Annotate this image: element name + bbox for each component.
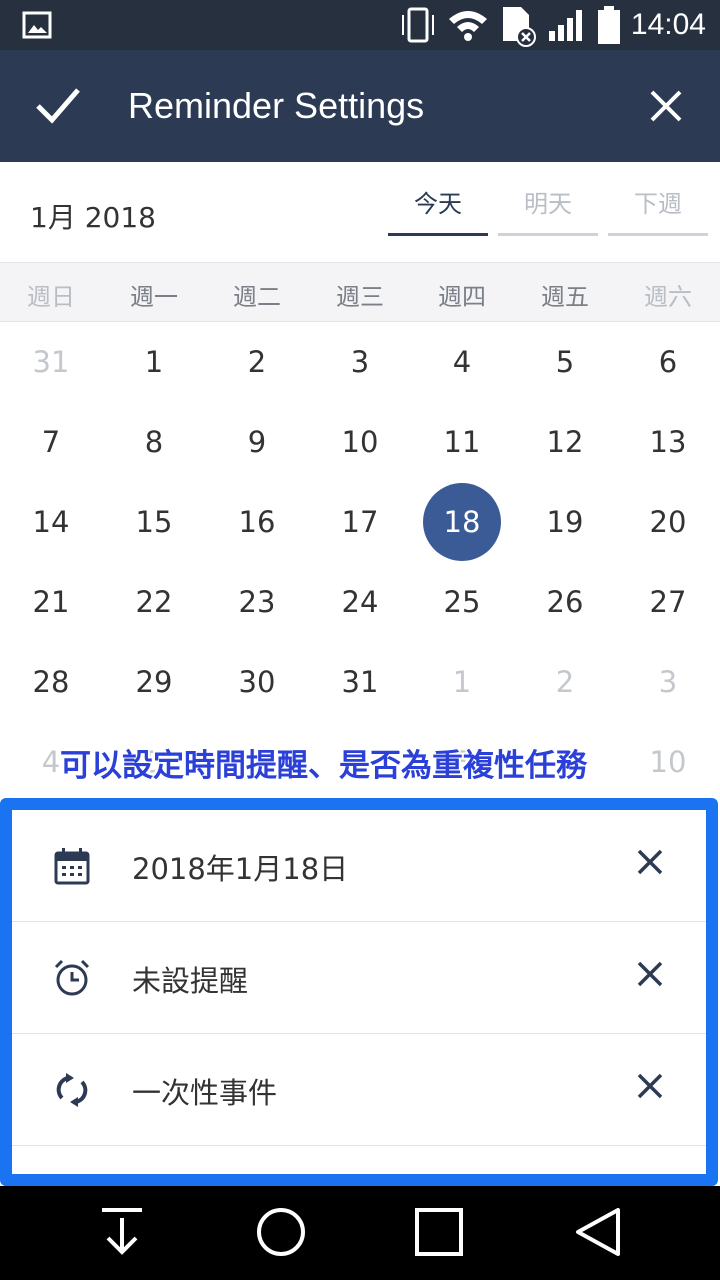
tab-tomorrow[interactable]: 明天 xyxy=(498,184,598,236)
calendar-day[interactable]: 20 xyxy=(617,482,719,562)
navigation-bar xyxy=(0,1186,720,1280)
gallery-icon xyxy=(22,11,52,39)
tab-label: 今天 xyxy=(414,190,462,218)
calendar-day[interactable]: 19 xyxy=(514,482,616,562)
calendar-day[interactable]: 23 xyxy=(206,562,308,642)
tab-label: 下週 xyxy=(634,190,682,218)
status-bar: 14:04 xyxy=(0,0,720,50)
calendar-day[interactable]: 14 xyxy=(0,482,102,562)
close-icon[interactable] xyxy=(644,84,688,128)
weekday-header: 週日 週一 週二 週三 週四 週五 週六 xyxy=(0,262,720,322)
back-icon[interactable] xyxy=(572,1206,624,1258)
calendar-day[interactable]: 2 xyxy=(514,642,616,722)
weekday-tue: 週二 xyxy=(233,283,281,311)
clear-reminder-icon[interactable] xyxy=(636,960,664,988)
calendar-day[interactable]: 15 xyxy=(103,482,205,562)
repeat-row[interactable]: 一次性事件 xyxy=(12,1034,706,1146)
calendar-day[interactable]: 30 xyxy=(206,642,308,722)
calendar-day[interactable]: 4 xyxy=(411,322,513,402)
tab-underline xyxy=(498,233,598,236)
calendar-day[interactable]: 3 xyxy=(617,642,719,722)
calendar-day[interactable]: 1 xyxy=(411,642,513,722)
sim-missing-icon xyxy=(502,7,536,47)
calendar-day[interactable]: 8 xyxy=(103,402,205,482)
signal-icon xyxy=(548,10,582,41)
weekday-wed: 週三 xyxy=(336,283,384,311)
battery-icon xyxy=(597,6,620,44)
date-label: 2018年1月18日 xyxy=(132,852,349,886)
repeat-icon xyxy=(56,1073,88,1107)
calendar-day[interactable]: 9 xyxy=(206,402,308,482)
reminder-row[interactable]: 未設提醒 xyxy=(12,922,706,1034)
weekday-mon: 週一 xyxy=(130,283,178,311)
calendar-day[interactable]: 1 xyxy=(103,322,205,402)
calendar-day[interactable]: 11 xyxy=(411,402,513,482)
calendar-day[interactable]: 31 xyxy=(0,322,102,402)
calendar-day[interactable]: 17 xyxy=(309,482,411,562)
calendar-icon xyxy=(54,848,90,885)
download-icon[interactable] xyxy=(96,1206,148,1258)
month-header: 1月 2018 今天 明天 下週 xyxy=(0,162,720,262)
tab-label: 明天 xyxy=(524,190,572,218)
calendar-day-selected[interactable]: 18 xyxy=(411,482,513,562)
calendar-day[interactable]: 13 xyxy=(617,402,719,482)
calendar-day[interactable]: 31 xyxy=(309,642,411,722)
app-bar: Reminder Settings xyxy=(0,50,720,162)
clear-date-icon[interactable] xyxy=(636,848,664,876)
tab-next-week[interactable]: 下週 xyxy=(608,184,708,236)
clear-repeat-icon[interactable] xyxy=(636,1072,664,1100)
status-icons: 14:04 xyxy=(397,0,706,50)
weekday-fri: 週五 xyxy=(541,283,589,311)
calendar-day[interactable]: 28 xyxy=(0,642,102,722)
calendar-day[interactable]: 25 xyxy=(411,562,513,642)
recents-icon[interactable] xyxy=(413,1206,465,1258)
calendar-day[interactable]: 24 xyxy=(309,562,411,642)
calendar-day[interactable]: 3 xyxy=(309,322,411,402)
tab-underline xyxy=(388,233,488,236)
calendar-day[interactable]: 6 xyxy=(617,322,719,402)
reminder-panel: 2018年1月18日 未設提醒 一次性事件 xyxy=(0,798,718,1186)
calendar-day[interactable]: 12 xyxy=(514,402,616,482)
weekday-sat: 週六 xyxy=(644,283,692,311)
calendar-day[interactable]: 10 xyxy=(309,402,411,482)
calendar-day[interactable]: 5 xyxy=(514,322,616,402)
calendar-day[interactable]: 22 xyxy=(103,562,205,642)
check-icon[interactable] xyxy=(34,84,82,128)
calendar-day[interactable]: 26 xyxy=(514,562,616,642)
tab-today[interactable]: 今天 xyxy=(388,184,488,236)
calendar-day[interactable]: 7 xyxy=(0,402,102,482)
wifi-icon xyxy=(448,11,487,41)
reminder-label: 未設提醒 xyxy=(132,964,249,998)
date-row[interactable]: 2018年1月18日 xyxy=(12,810,706,922)
calendar-day[interactable]: 2 xyxy=(206,322,308,402)
month-label: 1月 2018 xyxy=(30,201,156,234)
overlay-caption: 可以設定時間提醒、是否為重複性任務 xyxy=(60,748,587,784)
tab-underline xyxy=(608,233,708,236)
alarm-icon xyxy=(54,959,90,996)
weekday-sun: 週日 xyxy=(27,283,75,311)
calendar-day[interactable]: 27 xyxy=(617,562,719,642)
repeat-label: 一次性事件 xyxy=(132,1076,278,1110)
weekday-thu: 週四 xyxy=(438,283,486,311)
calendar-day[interactable]: 10 xyxy=(617,722,719,802)
calendar-day[interactable]: 16 xyxy=(206,482,308,562)
vibrate-icon xyxy=(401,7,434,43)
page-title: Reminder Settings xyxy=(128,85,425,126)
calendar-day[interactable]: 21 xyxy=(0,562,102,642)
calendar-day[interactable]: 29 xyxy=(103,642,205,722)
status-time: 14:04 xyxy=(630,8,706,41)
calendar-grid: 31 1 2 3 4 5 6 7 8 9 10 11 12 13 14 15 1… xyxy=(0,322,720,802)
home-icon[interactable] xyxy=(255,1206,307,1258)
